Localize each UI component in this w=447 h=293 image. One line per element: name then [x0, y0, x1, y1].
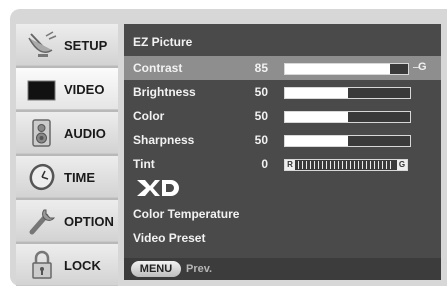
sidebar-item-label: LOCK — [64, 258, 101, 273]
menu-title-row: EZ Picture — [124, 30, 441, 54]
sidebar-item-label: TIME — [64, 170, 96, 185]
tv-screen-icon — [27, 80, 56, 101]
sharpness-slider[interactable] — [284, 135, 411, 147]
xd-row[interactable]: XD — [124, 176, 441, 202]
satellite-dish-icon — [28, 31, 57, 57]
contrast-slider[interactable] — [284, 63, 409, 75]
brightness-fill — [285, 88, 348, 98]
padlock-icon — [32, 250, 52, 279]
sidebar-item-setup[interactable]: SETUP — [16, 24, 118, 66]
sidebar-item-video[interactable]: VIDEO — [16, 68, 118, 110]
contrast-label: Contrast — [133, 61, 183, 75]
sidebar-item-time[interactable]: TIME — [16, 156, 118, 198]
color-temperature-row[interactable]: Color Temperature — [124, 202, 441, 226]
color-label: Color — [133, 109, 165, 123]
brightness-row[interactable]: Brightness 50 — [124, 80, 441, 104]
video-preset-label: Video Preset — [133, 231, 206, 245]
sharpness-row[interactable]: Sharpness 50 — [124, 128, 441, 152]
menu-sidebar: SETUP VIDEO AUDIO TIME OPTION LOCK — [16, 24, 118, 286]
menu-button[interactable]: MENU — [131, 261, 181, 277]
color-slider[interactable] — [284, 111, 411, 123]
brightness-label: Brightness — [133, 85, 196, 99]
video-preset-row[interactable]: Video Preset — [124, 226, 441, 250]
sharpness-value: 50 — [254, 133, 268, 147]
tint-scale-ticks — [298, 161, 394, 169]
sidebar-item-option[interactable]: OPTION — [16, 200, 118, 242]
ez-picture-menu: EZ Picture Contrast 85 G Brightness 50 C… — [124, 24, 441, 280]
xd-logo — [137, 180, 179, 196]
tint-green-label: G — [397, 160, 407, 170]
tint-slider[interactable]: R G — [284, 159, 408, 171]
sidebar-item-label: OPTION — [64, 214, 114, 229]
brightness-slider[interactable] — [284, 87, 411, 99]
sharpness-fill — [285, 136, 348, 146]
contrast-value: 85 — [254, 61, 268, 75]
wrench-icon — [29, 209, 56, 235]
tint-label: Tint — [133, 157, 155, 171]
brightness-value: 50 — [254, 85, 268, 99]
speaker-icon — [32, 119, 51, 147]
contrast-end-label: G — [418, 61, 427, 73]
sidebar-item-label: AUDIO — [64, 126, 106, 141]
menu-title: EZ Picture — [133, 35, 193, 49]
sidebar-item-label: VIDEO — [64, 82, 105, 97]
contrast-row[interactable]: Contrast 85 G — [124, 56, 441, 80]
tint-red-label: R — [285, 160, 295, 170]
color-value: 50 — [254, 109, 268, 123]
tint-row[interactable]: Tint 0 R G — [124, 152, 441, 176]
sharpness-label: Sharpness — [133, 133, 195, 147]
sidebar-item-audio[interactable]: AUDIO — [16, 112, 118, 154]
tint-value: 0 — [261, 157, 268, 171]
sidebar-item-label: SETUP — [64, 38, 108, 53]
osd-footer: MENU Prev. — [124, 258, 441, 280]
prev-label: Prev. — [186, 263, 213, 275]
color-fill — [285, 112, 348, 122]
color-temperature-label: Color Temperature — [133, 207, 240, 221]
clock-icon — [29, 163, 55, 191]
color-row[interactable]: Color 50 — [124, 104, 441, 128]
sidebar-item-lock[interactable]: LOCK — [16, 244, 118, 286]
contrast-fill — [285, 64, 390, 74]
